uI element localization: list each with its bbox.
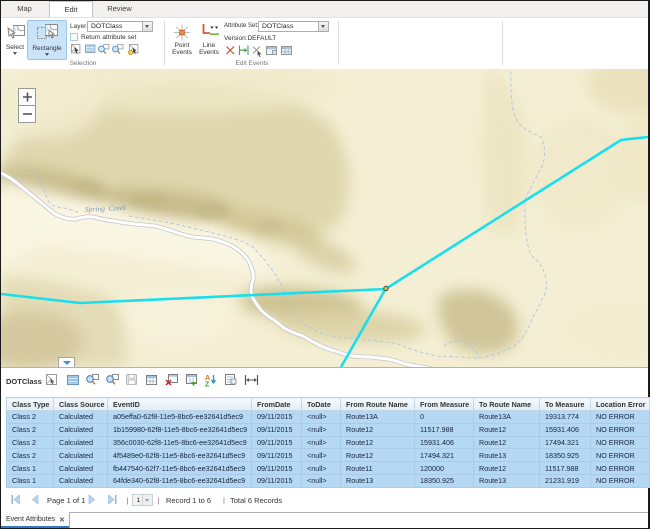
svg-text:Z: Z — [205, 382, 210, 388]
